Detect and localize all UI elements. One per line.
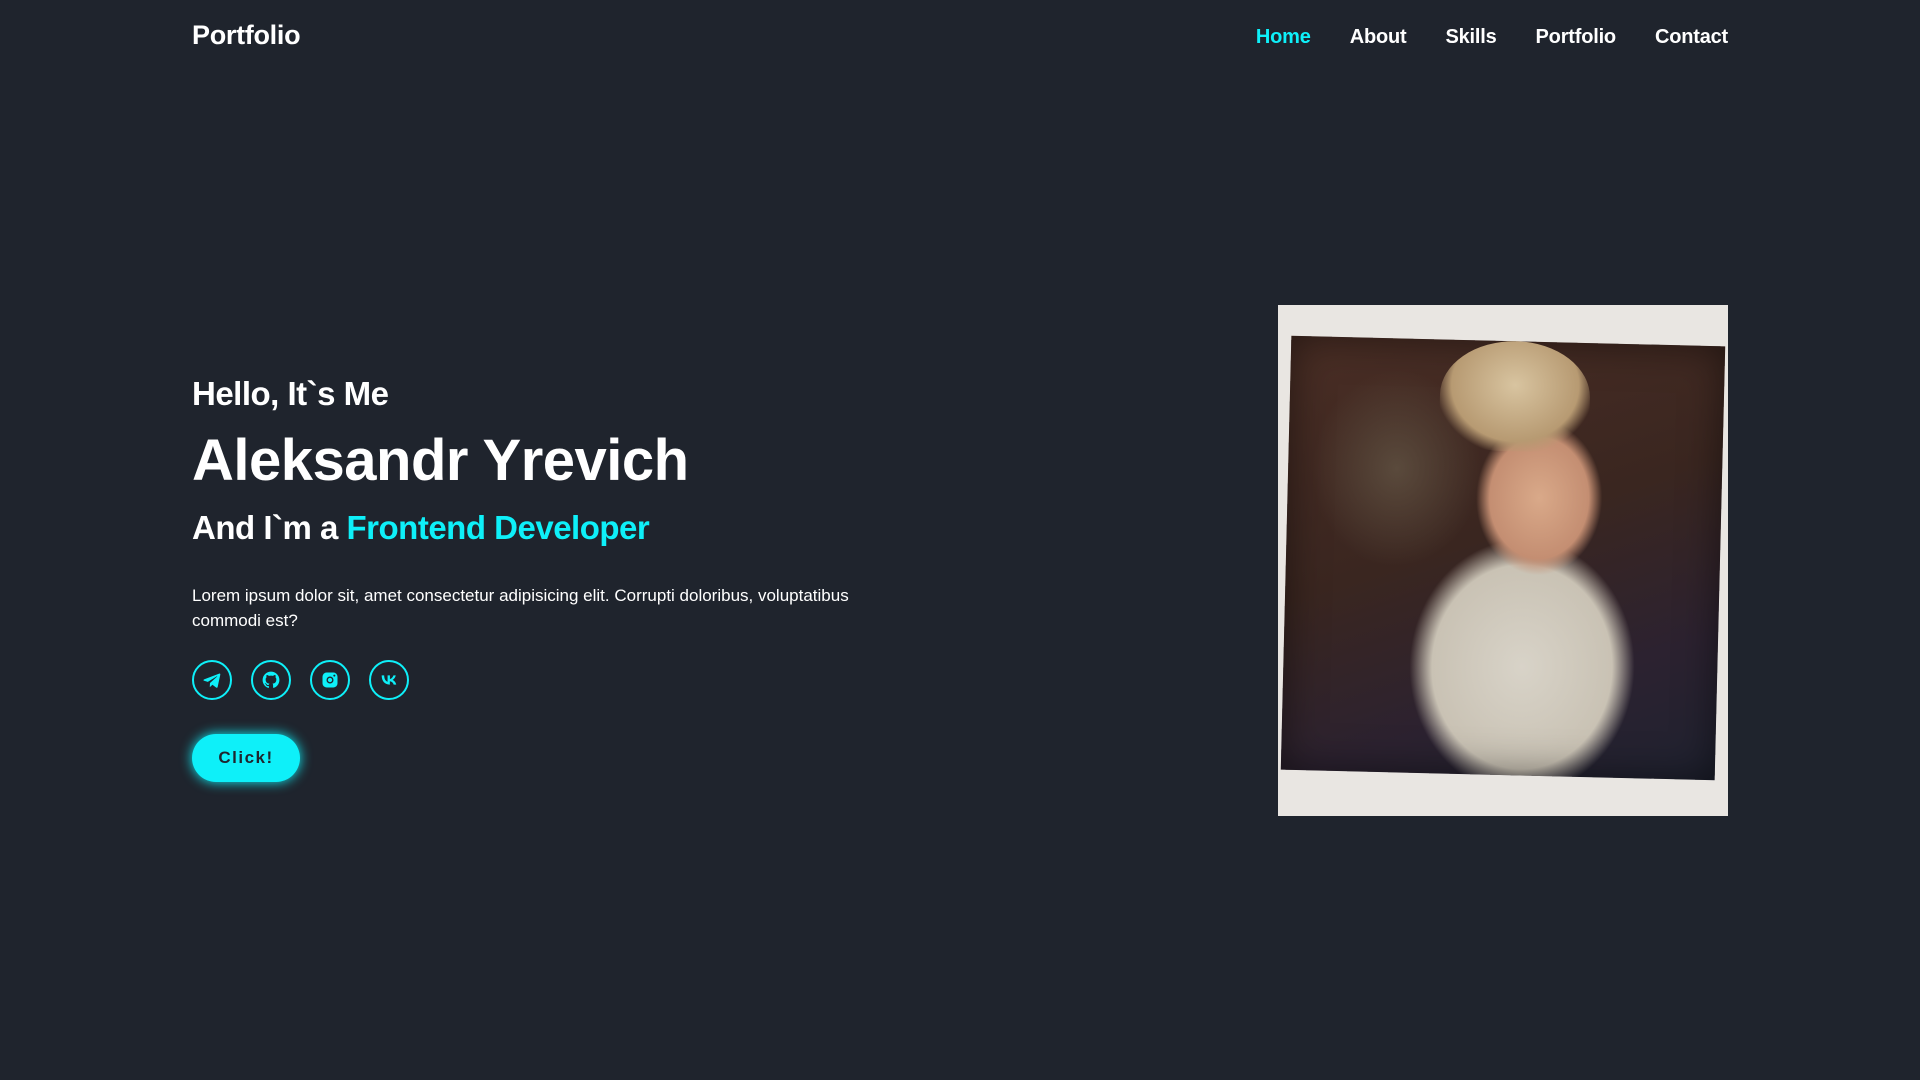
nav-portfolio[interactable]: Portfolio (1536, 26, 1617, 49)
cta-button[interactable]: Click! (192, 734, 300, 782)
nav-home[interactable]: Home (1256, 26, 1311, 49)
github-icon (262, 671, 280, 688)
site-header: Portfolio Home About Skills Portfolio Co… (0, 0, 1920, 80)
role-prefix: And I`m a (192, 509, 347, 546)
hero-section: Hello, It`s Me Aleksandr Yrevich And I`m… (192, 370, 932, 782)
vk-link[interactable] (369, 660, 409, 700)
hero-role: And I`m a Frontend Developer (192, 506, 932, 550)
nav-skills[interactable]: Skills (1445, 26, 1496, 49)
social-links (192, 660, 932, 700)
nav-contact[interactable]: Contact (1655, 26, 1728, 49)
nav-about[interactable]: About (1350, 26, 1407, 49)
photo-image (1280, 335, 1726, 781)
main-nav: Home About Skills Portfolio Contact (1217, 26, 1728, 49)
hero-description: Lorem ipsum dolor sit, amet consectetur … (192, 586, 849, 630)
photo-detail (1438, 339, 1592, 454)
telegram-link[interactable] (192, 660, 232, 700)
hero-name: Aleksandr Yrevich (192, 428, 689, 493)
instagram-link[interactable] (310, 660, 350, 700)
telegram-icon (203, 673, 221, 688)
instagram-icon (322, 672, 338, 688)
github-link[interactable] (251, 660, 291, 700)
profile-photo (1278, 305, 1728, 816)
greeting: Hello, It`s Me (192, 375, 389, 412)
role-highlight: Frontend Developer (346, 509, 650, 546)
logo[interactable]: Portfolio (192, 20, 301, 51)
vk-icon (381, 675, 397, 685)
